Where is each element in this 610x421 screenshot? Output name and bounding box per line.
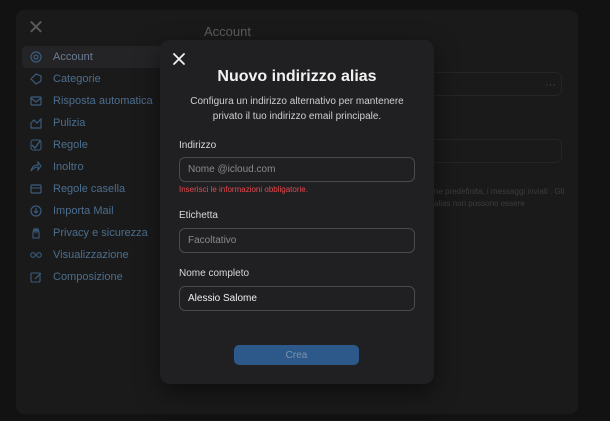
address-input[interactable] (179, 157, 415, 182)
broom-icon (30, 117, 42, 129)
at-icon (30, 51, 42, 63)
compose-icon (30, 271, 42, 283)
more-icon: ··· (545, 79, 556, 91)
sidebar-item-label: Privacy e sicurezza (53, 227, 148, 239)
background-partial-text: ne predefinita, i messaggi inviati . Gli… (434, 187, 565, 208)
new-alias-dialog: Nuovo indirizzo alias Configura un indir… (160, 40, 434, 384)
sidebar-item-composizione[interactable]: Composizione (22, 266, 172, 288)
sidebar-item-importa-mail[interactable]: Importa Mail (22, 200, 172, 222)
settings-close-icon[interactable]: ✕ (26, 18, 46, 38)
label-label: Etichetta (179, 210, 218, 221)
reply-icon (30, 95, 42, 107)
sidebar-item-label: Inoltro (53, 161, 84, 173)
close-icon[interactable] (172, 52, 186, 66)
rules-icon (30, 139, 42, 151)
sidebar-item-risposta-automatica[interactable]: Risposta automatica (22, 90, 172, 112)
address-error-message: Inserisci le informazioni obbligatorie. (179, 185, 308, 194)
full-name-label: Nome completo (179, 268, 250, 279)
background-field-1 (434, 72, 562, 96)
hand-icon (30, 227, 42, 239)
sidebar-item-label: Composizione (53, 271, 123, 283)
sidebar-item-pulizia[interactable]: Pulizia (22, 112, 172, 134)
tag-icon (30, 73, 42, 85)
settings-section-title: Account (204, 24, 251, 39)
glasses-icon (30, 249, 42, 261)
sidebar-item-label: Importa Mail (53, 205, 114, 217)
sidebar-item-label: Regole (53, 139, 88, 151)
sidebar-item-inoltro[interactable]: Inoltro (22, 156, 172, 178)
import-icon (30, 205, 42, 217)
sidebar-item-regole[interactable]: Regole (22, 134, 172, 156)
sidebar-item-label: Categorie (53, 73, 101, 85)
sidebar-item-label: Pulizia (53, 117, 86, 129)
sidebar-item-label: Account (53, 51, 93, 63)
settings-sidebar: Account Categorie Risposta automatica Pu… (22, 46, 172, 288)
full-name-input[interactable] (179, 286, 415, 311)
sidebar-item-label: Regole casella (53, 183, 126, 195)
sidebar-item-visualizzazione[interactable]: Visualizzazione (22, 244, 172, 266)
sidebar-item-regole-casella[interactable]: Regole casella (22, 178, 172, 200)
label-input[interactable] (179, 228, 415, 253)
sidebar-item-privacy[interactable]: Privacy e sicurezza (22, 222, 172, 244)
sidebar-item-account[interactable]: Account (22, 46, 172, 68)
address-label: Indirizzo (179, 140, 217, 151)
mailbox-icon (30, 183, 42, 195)
create-button[interactable]: Crea (234, 345, 359, 365)
forward-icon (30, 161, 42, 173)
dialog-description: Configura un indirizzo alternativo per m… (190, 96, 404, 122)
sidebar-item-label: Visualizzazione (53, 249, 129, 261)
sidebar-item-label: Risposta automatica (53, 95, 153, 107)
background-field-2 (434, 139, 562, 163)
dialog-title: Nuovo indirizzo alias (217, 68, 377, 85)
sidebar-item-categorie[interactable]: Categorie (22, 68, 172, 90)
